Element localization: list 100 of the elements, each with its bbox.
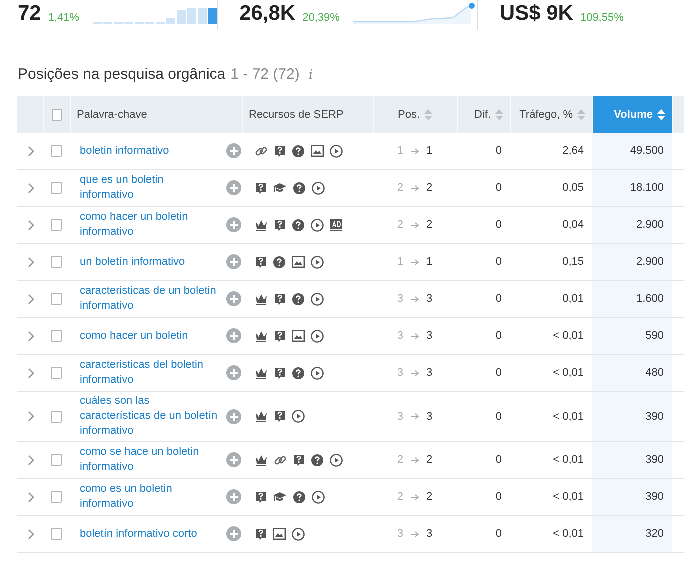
expand-chevron-icon[interactable] <box>28 146 35 156</box>
expand-chevron-icon[interactable] <box>28 492 35 502</box>
arrow-right-icon <box>410 456 420 464</box>
image-icon <box>292 330 305 342</box>
crown-icon <box>255 454 268 466</box>
column-header[interactable]: Palavra-chave <box>70 96 242 133</box>
expand-chevron-icon[interactable] <box>28 411 35 422</box>
row-checkbox[interactable] <box>51 528 62 540</box>
expand-chevron-icon[interactable] <box>28 368 35 378</box>
arrow-right-icon <box>410 413 420 420</box>
crown-icon <box>255 330 268 342</box>
keyword-link[interactable]: que es un boletin informativo <box>80 173 219 203</box>
keyword-link[interactable]: caracteristicas del boletin informativo <box>80 358 219 388</box>
keyword-link[interactable]: boletín informativo corto <box>80 526 198 542</box>
sort-icon <box>495 108 504 120</box>
arrow-right-icon <box>410 258 420 266</box>
row-checkbox[interactable] <box>51 256 62 268</box>
difficulty-value: 0 <box>496 219 502 231</box>
volume-value: 390 <box>646 410 664 422</box>
difficulty-value: 0 <box>496 367 502 379</box>
traffic-value: < 0,01 <box>553 330 584 342</box>
volume-value: 49.500 <box>630 145 664 157</box>
play-icon <box>330 454 343 466</box>
add-plus-icon[interactable] <box>226 254 242 270</box>
sort-icon <box>657 108 666 120</box>
current-position: 2 <box>426 219 433 231</box>
traffic-value: 0,15 <box>562 256 584 268</box>
keyword-link[interactable]: como es un boletin informativo <box>80 482 219 512</box>
row-checkbox[interactable] <box>51 491 62 503</box>
stat-change: 1,41% <box>48 11 80 26</box>
expand-chevron-icon[interactable] <box>28 330 35 342</box>
arrow-right-icon <box>410 184 420 192</box>
traffic-value: < 0,01 <box>553 491 584 503</box>
current-position: 3 <box>426 330 433 342</box>
add-plus-icon[interactable] <box>226 408 242 424</box>
column-header[interactable]: Recursos de SERP <box>242 96 373 133</box>
keyword-link[interactable]: como hacer un boletin <box>80 328 188 344</box>
expand-chevron-icon[interactable] <box>28 256 35 268</box>
add-plus-icon[interactable] <box>226 452 242 468</box>
question-circle-icon <box>293 490 306 504</box>
link-icon <box>255 144 268 158</box>
stat-value: US$ 9K <box>500 2 574 26</box>
column-header[interactable]: Volume <box>592 96 672 133</box>
difficulty-value: 0 <box>496 145 502 157</box>
volume-value: 1.600 <box>636 293 664 305</box>
add-plus-icon[interactable] <box>226 489 242 505</box>
column-header[interactable]: Dif. <box>457 96 510 133</box>
info-icon[interactable]: i <box>308 68 314 83</box>
keyword-link[interactable]: cuáles son las características de un boletín informativo <box>80 394 219 439</box>
row-checkbox[interactable] <box>51 410 62 422</box>
expand-chevron-icon[interactable] <box>28 528 35 540</box>
expand-chevron-icon[interactable] <box>28 294 35 304</box>
play-icon <box>311 218 324 232</box>
difficulty-value: 0 <box>496 528 502 540</box>
previous-position: 1 <box>397 145 404 157</box>
row-checkbox[interactable] <box>51 293 62 305</box>
expand-chevron-icon[interactable] <box>28 182 35 194</box>
expand-chevron-icon[interactable] <box>28 454 35 466</box>
play-icon <box>312 490 325 504</box>
current-position: 3 <box>426 293 433 305</box>
add-plus-icon[interactable] <box>226 291 242 307</box>
add-plus-icon[interactable] <box>226 328 242 344</box>
difficulty-value: 0 <box>496 491 502 503</box>
difficulty-value: 0 <box>496 410 502 422</box>
row-checkbox[interactable] <box>51 182 62 194</box>
previous-position: 3 <box>397 528 404 540</box>
add-plus-icon[interactable] <box>226 143 242 159</box>
select-all-checkbox[interactable] <box>52 108 62 120</box>
add-plus-icon[interactable] <box>226 365 242 381</box>
add-plus-icon[interactable] <box>226 180 242 196</box>
row-checkbox[interactable] <box>51 367 62 379</box>
current-position: 1 <box>426 145 433 157</box>
difficulty-value: 0 <box>496 293 502 305</box>
keyword-link[interactable]: un boletín informativo <box>80 254 186 270</box>
row-checkbox[interactable] <box>51 330 62 342</box>
add-plus-icon[interactable] <box>226 526 242 542</box>
keyword-link[interactable]: caracteristicas de un boletin informativo <box>80 284 219 314</box>
volume-value: 590 <box>646 330 664 342</box>
add-plus-icon[interactable] <box>226 217 242 233</box>
stat-value: 26,8K <box>240 2 296 26</box>
arrow-right-icon <box>410 370 420 376</box>
question-circle-icon <box>292 292 305 306</box>
traffic-value: 2,64 <box>562 145 584 157</box>
crown-icon <box>255 366 268 380</box>
row-checkbox[interactable] <box>51 145 62 157</box>
keyword-link[interactable]: boletin informativo <box>80 144 170 158</box>
play-icon <box>292 528 305 540</box>
keyword-link[interactable]: como hacer un boletin informativo <box>80 210 219 240</box>
keyword-link[interactable]: como se hace un boletin informativo <box>80 445 219 475</box>
question-circle-icon <box>292 144 305 158</box>
difficulty-value: 0 <box>496 256 502 268</box>
volume-value: 390 <box>646 454 664 466</box>
graduation-cap-icon <box>273 182 287 194</box>
row-checkbox[interactable] <box>51 454 62 466</box>
column-header[interactable]: Pos. <box>373 96 457 133</box>
row-checkbox[interactable] <box>51 219 62 231</box>
previous-position: 2 <box>397 454 404 466</box>
question-circle-icon <box>311 454 324 466</box>
play-icon <box>311 292 324 306</box>
expand-chevron-icon[interactable] <box>28 220 35 230</box>
